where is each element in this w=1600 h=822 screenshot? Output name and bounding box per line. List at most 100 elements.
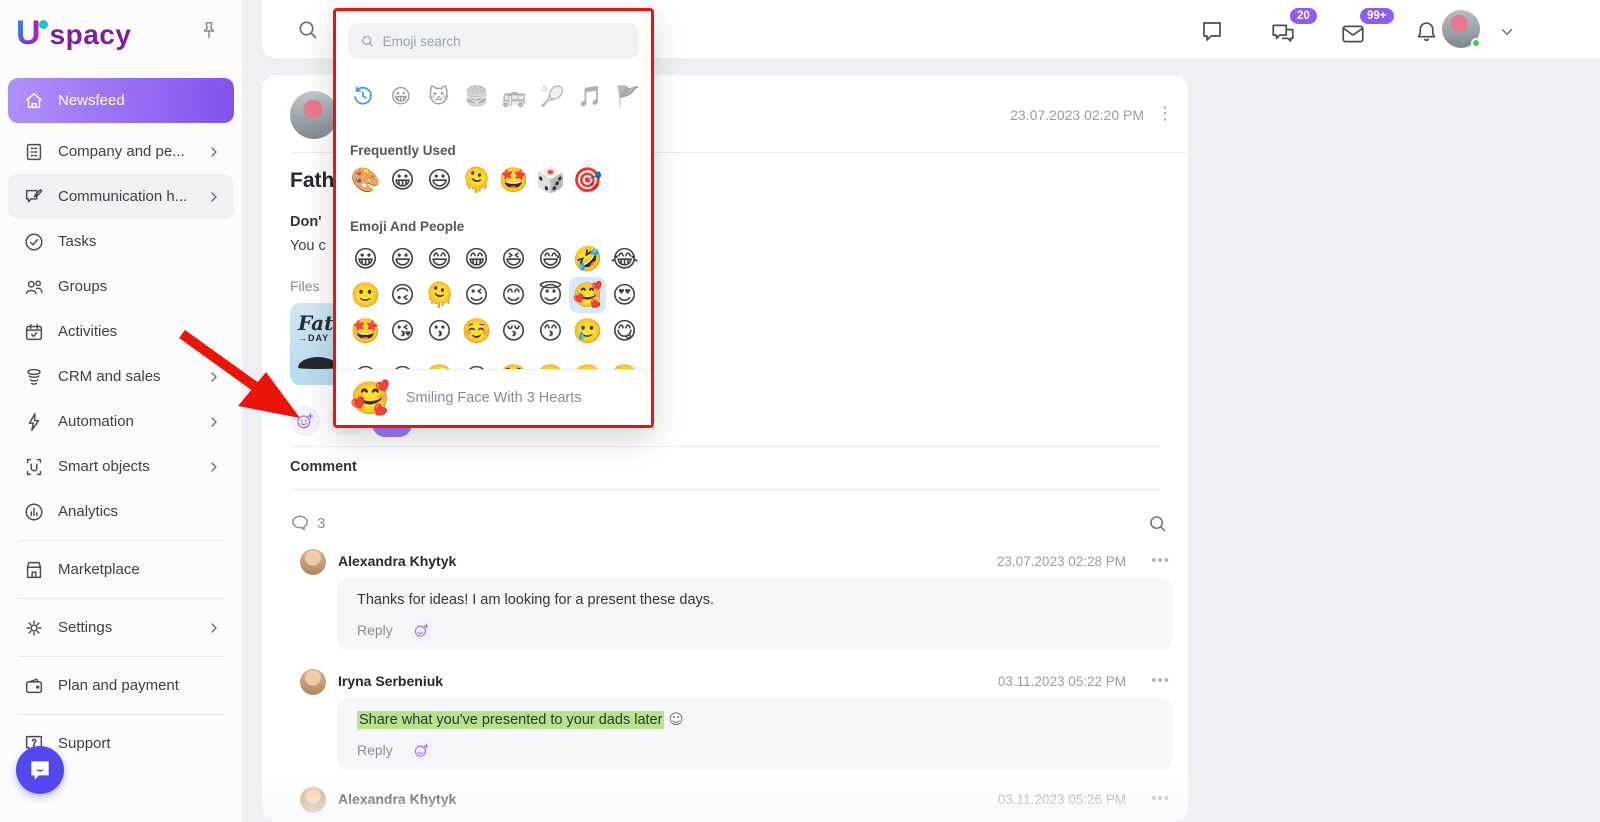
emoji-cell[interactable]: 😂: [606, 241, 643, 277]
emoji-cell[interactable]: 🤭: [569, 355, 606, 370]
emoji-cell[interactable]: 🙂: [347, 277, 384, 313]
emoji-cell-highlighted[interactable]: 🥰: [569, 277, 606, 313]
emoji-category-travel-icon[interactable]: 🚌: [501, 83, 527, 109]
emoji-cell[interactable]: 🎯: [569, 163, 606, 197]
sidebar-item-marketplace[interactable]: Marketplace: [8, 547, 234, 592]
sidebar-divider: [18, 656, 224, 657]
emoji-cell[interactable]: 😆: [495, 241, 532, 277]
commenter-name: Alexandra Khytyk: [338, 791, 456, 807]
emoji-category-food-icon[interactable]: 🍔: [464, 83, 490, 109]
chat-icon[interactable]: [1200, 19, 1224, 43]
sidebar-item-groups[interactable]: Groups: [8, 264, 234, 309]
reply-button[interactable]: Reply: [357, 622, 393, 638]
sidebar-item-company[interactable]: Company and pe...: [8, 129, 234, 174]
emoji-search-field[interactable]: [383, 34, 627, 49]
emoji-cell[interactable]: 🤗: [532, 355, 569, 370]
comment-section-label: Comment: [290, 459, 357, 475]
comment-menu-icon[interactable]: •••: [1151, 672, 1170, 689]
mail-icon[interactable]: [1340, 21, 1366, 47]
search-icon[interactable]: [296, 18, 319, 41]
emoji-cell[interactable]: 😃: [384, 241, 421, 277]
emoji-cell[interactable]: 🤪: [421, 355, 458, 370]
chevron-down-icon[interactable]: [1498, 23, 1516, 41]
add-reaction-button[interactable]: [409, 737, 435, 763]
comment-count: 3: [290, 513, 325, 533]
commenter-avatar[interactable]: [300, 549, 326, 575]
emoji-cell[interactable]: 😊: [495, 277, 532, 313]
emoji-cell[interactable]: 🤣: [569, 241, 606, 277]
emoji-cell[interactable]: 😄: [421, 241, 458, 277]
emoji-cell[interactable]: 😙: [532, 313, 569, 349]
emoji-category-activities-icon[interactable]: 🎾: [539, 83, 565, 109]
company-icon: [22, 140, 46, 164]
commenter-avatar[interactable]: [300, 787, 326, 813]
emoji-cell[interactable]: 🤑: [495, 355, 532, 370]
add-reaction-button[interactable]: [409, 617, 435, 643]
emoji-cell[interactable]: 🤩: [495, 163, 532, 197]
section-frequently-used: Frequently Used: [350, 143, 456, 158]
sidebar-item-settings[interactable]: Settings: [8, 605, 234, 650]
emoji-category-animals-icon[interactable]: 🐱: [426, 83, 452, 109]
online-status-dot: [1471, 38, 1481, 48]
activities-icon: [22, 320, 46, 344]
reply-button[interactable]: Reply: [357, 742, 393, 758]
sidebar-item-tasks[interactable]: Tasks: [8, 219, 234, 264]
emoji-cell[interactable]: 😀: [347, 241, 384, 277]
emoji-cell[interactable]: 🙃: [384, 277, 421, 313]
comment-menu-icon[interactable]: •••: [1151, 552, 1170, 569]
emoji-cell[interactable]: 😉: [458, 277, 495, 313]
post-menu-kebab-icon[interactable]: ⋮: [1156, 103, 1174, 124]
emoji-cell[interactable]: 😛: [347, 355, 384, 370]
divider: [290, 489, 1160, 490]
sidebar-item-newsfeed[interactable]: Newsfeed: [8, 78, 234, 123]
sidebar-item-crm[interactable]: CRM and sales: [8, 354, 234, 399]
messenger-badge: 20: [1288, 6, 1319, 26]
commenter-avatar[interactable]: [300, 669, 326, 695]
sidebar-divider: [18, 714, 224, 715]
sidebar-divider: [18, 540, 224, 541]
emoji-cell[interactable]: 😁: [458, 241, 495, 277]
analytics-icon: [22, 500, 46, 524]
messenger-icon[interactable]: [1270, 21, 1296, 47]
comment-search-icon[interactable]: [1147, 513, 1168, 534]
emoji-cell[interactable]: ☺️: [458, 313, 495, 349]
emoji-cell[interactable]: 😗: [421, 313, 458, 349]
emoji-cell[interactable]: 😝: [458, 355, 495, 370]
emoji-category-recent-icon[interactable]: [350, 83, 376, 109]
emoji-picker: 😀🐱🍔🚌🎾🎵🚩 Frequently Used 🎨😀😃🫠🤩🎲🎯 Emoji An…: [333, 8, 654, 428]
emoji-cell[interactable]: 🫠: [458, 163, 495, 197]
emoji-cell[interactable]: 😃: [421, 163, 458, 197]
emoji-cell[interactable]: 😜: [384, 355, 421, 370]
emoji-cell[interactable]: 😚: [495, 313, 532, 349]
uspacy-logo[interactable]: U spacy: [16, 12, 131, 50]
emoji-cell[interactable]: 🫠: [421, 277, 458, 313]
comment-menu-icon[interactable]: •••: [1151, 790, 1170, 807]
notifications-bell-icon[interactable]: [1414, 19, 1439, 44]
sidebar-item-activities[interactable]: Activities: [8, 309, 234, 354]
post-author-avatar[interactable]: [290, 91, 338, 139]
sidebar-item-communication[interactable]: Communication h...: [8, 174, 234, 219]
sidebar-item-automation[interactable]: Automation: [8, 399, 234, 444]
emoji-cell[interactable]: 🥲: [569, 313, 606, 349]
sidebar-item-analytics[interactable]: Analytics: [8, 489, 234, 534]
emoji-cell[interactable]: 🎨: [347, 163, 384, 197]
emoji-cell[interactable]: 🫢: [606, 355, 643, 370]
emoji-cell[interactable]: 😀: [384, 163, 421, 197]
emoji-cell[interactable]: 😘: [384, 313, 421, 349]
post-body-text: You c: [290, 238, 326, 254]
emoji-category-symbols-icon[interactable]: 🎵: [577, 83, 603, 109]
emoji-cell[interactable]: 😇: [532, 277, 569, 313]
sidebar-item-smart-objects[interactable]: Smart objects: [8, 444, 234, 489]
sidebar-item-plan-and-payment[interactable]: Plan and payment: [8, 663, 234, 708]
emoji-cell[interactable]: 😋: [606, 313, 643, 349]
emoji-cell[interactable]: 😍: [606, 277, 643, 313]
support-chat-widget-button[interactable]: [16, 746, 64, 794]
emoji-search-input[interactable]: [348, 23, 639, 59]
emoji-cell[interactable]: 🎲: [532, 163, 569, 197]
pin-sidebar-icon[interactable]: [198, 20, 220, 42]
emoji-category-smileys-icon[interactable]: 😀: [388, 83, 414, 109]
add-reaction-button[interactable]: [290, 406, 320, 436]
emoji-cell[interactable]: 🤩: [347, 313, 384, 349]
emoji-category-flags-icon[interactable]: 🚩: [615, 83, 641, 109]
emoji-cell[interactable]: 😅: [532, 241, 569, 277]
